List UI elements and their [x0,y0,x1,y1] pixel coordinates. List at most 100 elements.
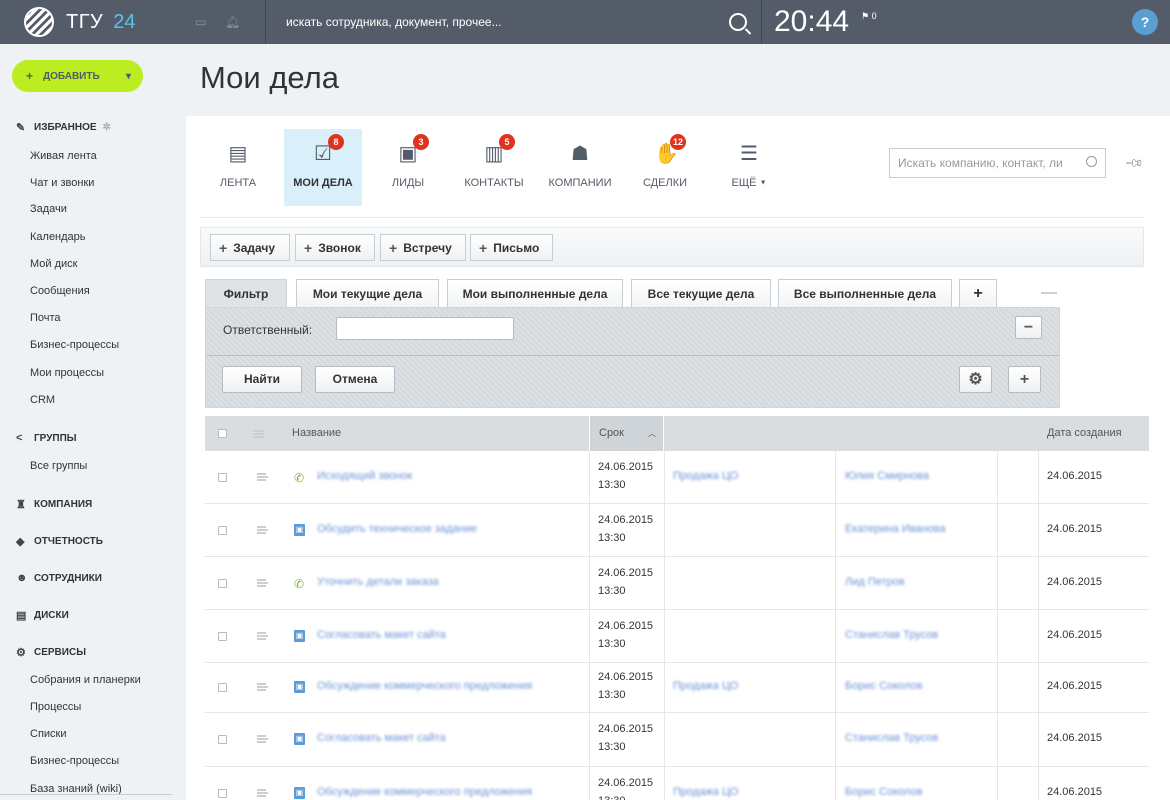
sidebar-item-my-disk[interactable]: Мой диск [30,258,77,270]
row-checkbox[interactable] [218,632,227,641]
pin-icon[interactable]: 📌︎ [1124,153,1145,174]
add-field-button[interactable]: + [1008,366,1041,393]
gear-icon[interactable]: ⚙ [959,366,992,393]
remove-field-button[interactable]: − [1015,316,1042,339]
clock[interactable]: 20:44 ⚑ 0 [762,5,922,39]
table-row[interactable]: ✆ Уточнить детали заказа 24.06.2015 13:30 Ли… [205,557,1149,610]
sidebar-item-chat[interactable]: Чат и звонки [30,177,94,189]
sidebar-item-meetings[interactable]: Собрания и планерки [30,674,141,686]
sidebar-section-company[interactable]: ♜ КОМПАНИЯ [16,498,92,511]
activity-responsible[interactable]: Борис Соколов [845,680,923,696]
sidebar-item-mail[interactable]: Почта [30,312,61,324]
activity-responsible[interactable]: Лид Петров [845,576,905,592]
sidebar-item-bizproc[interactable]: Бизнес-процессы [30,339,119,351]
checkbox[interactable] [218,632,227,641]
add-meeting-button[interactable]: + Встречу [380,234,466,261]
add-filter-button[interactable]: + [959,279,997,307]
crm-search-input[interactable]: Искать компанию, контакт, ли [889,148,1106,178]
checkbox[interactable] [218,429,227,438]
row-checkbox[interactable] [218,683,227,692]
activity-responsible[interactable]: Екатерина Иванова [845,523,946,539]
activity-client[interactable]: Продажа ЦО [673,470,738,486]
row-checkbox[interactable] [218,735,227,744]
column-deadline[interactable]: Срок ︿ [589,416,664,451]
activity-title[interactable]: Исходящий звонок [317,470,412,486]
sidebar-item-my-processes[interactable]: Мои процессы [30,367,104,379]
activity-title[interactable]: Обсуждение коммерческого предложения [317,680,532,696]
tab-all-completed[interactable]: Все выполненные дела [778,279,952,307]
row-checkbox[interactable] [218,579,227,588]
tab-feed[interactable]: ▤ ЛЕНТА [199,129,277,206]
sidebar-section-employees[interactable]: ☻ СОТРУДНИКИ [16,572,102,584]
activity-client[interactable]: Продажа ЦО [673,680,738,696]
search-icon[interactable] [1086,156,1097,167]
checkbox[interactable] [218,579,227,588]
sidebar-section-favorites[interactable]: ✎ ИЗБРАННОЕ ✲ [16,121,111,134]
row-checkbox[interactable] [218,526,227,535]
table-row[interactable]: ▣ Согласовать макет сайта 24.06.2015 13:30 С… [205,713,1149,767]
help-button[interactable]: ? [1132,9,1158,35]
tab-deals[interactable]: ✋ 12 СДЕЛКИ [626,129,704,206]
bell-icon[interactable]: 🔔︎ [225,16,240,28]
logo[interactable]: ТГУ 24 [0,7,185,37]
find-button[interactable]: Найти [222,366,302,393]
add-email-button[interactable]: + Письмо [470,234,553,261]
sidebar-section-disks[interactable]: ▤ ДИСКИ [16,609,69,622]
tab-more[interactable]: ☰ ЕЩЁ ▼ [710,129,788,206]
tab-my-completed[interactable]: Мои выполненные дела [447,279,623,307]
sidebar-item-messages[interactable]: Сообщения [30,285,90,297]
activity-responsible[interactable]: Юлия Смирнова [845,470,929,486]
table-row[interactable]: ✆ Исходящий звонок 24.06.2015 13:30 Продажа … [205,451,1149,504]
activity-title[interactable]: Обсудить техническое задание [317,523,477,539]
tab-contacts[interactable]: ▥ 5 КОНТАКТЫ [455,129,533,206]
row-checkbox[interactable] [218,473,227,482]
row-menu-icon[interactable] [257,526,268,534]
sidebar-item-lists[interactable]: Списки [30,728,67,740]
row-menu-icon[interactable] [257,789,268,797]
global-search-input[interactable]: искать сотрудника, документ, прочее... [266,0,761,44]
add-call-button[interactable]: + Звонок [295,234,375,261]
sidebar-item-live-feed[interactable]: Живая лента [30,150,97,162]
sidebar-item-crm[interactable]: CRM [30,394,55,406]
checkbox[interactable] [218,526,227,535]
collapse-filter-button[interactable]: — [1041,284,1057,302]
activity-title[interactable]: Согласовать макет сайта [317,732,446,748]
search-icon[interactable] [729,13,747,31]
column-created[interactable]: Дата создания [1047,416,1122,451]
row-menu-icon[interactable] [257,683,268,691]
activity-responsible[interactable]: Станислав Трусов [845,732,938,748]
row-menu-icon[interactable] [257,735,268,743]
table-row[interactable]: ▣ Обсуждение коммерческого предложения 24.… [205,767,1149,800]
sidebar-item-all-groups[interactable]: Все группы [30,460,87,472]
sidebar-section-groups[interactable]: < ГРУППЫ [16,432,77,444]
tab-filter[interactable]: Фильтр [205,279,287,307]
sidebar-item-calendar[interactable]: Календарь [30,231,86,243]
row-menu-icon[interactable] [257,579,268,587]
sidebar-section-services[interactable]: ⚙ СЕРВИСЫ [16,646,86,659]
tab-my-activities[interactable]: ☑ 8 МОИ ДЕЛА [284,129,362,206]
responsible-field[interactable] [336,317,514,340]
select-all-checkbox[interactable] [218,429,227,438]
checkbox[interactable] [218,473,227,482]
table-row[interactable]: ▣ Обсуждение коммерческого предложения 24.… [205,663,1149,713]
add-button[interactable]: + ДОБАВИТЬ ▾ [12,60,143,92]
activity-client[interactable]: Продажа ЦО [673,786,738,800]
row-menu-icon[interactable] [257,632,268,640]
activity-title[interactable]: Уточнить детали заказа [317,576,439,592]
table-row[interactable]: ▣ Обсудить техническое задание 24.06.2015 1… [205,504,1149,557]
tab-companies[interactable]: ☗ КОМПАНИИ [541,129,619,206]
checkbox[interactable] [218,735,227,744]
column-name[interactable]: Название [292,416,341,451]
sidebar-item-bizproc-2[interactable]: Бизнес-процессы [30,755,119,767]
activity-title[interactable]: Обсуждение коммерческого предложения [317,786,532,800]
sidebar-item-processes[interactable]: Процессы [30,701,81,713]
tab-my-current[interactable]: Мои текущие дела [296,279,439,307]
gear-icon[interactable]: ✲ [103,122,111,133]
tab-leads[interactable]: ▣ 3 ЛИДЫ [369,129,447,206]
row-menu-icon[interactable] [257,473,268,481]
checkbox[interactable] [218,683,227,692]
activity-responsible[interactable]: Станислав Трусов [845,629,938,645]
checkbox[interactable] [218,789,227,798]
activity-responsible[interactable]: Борис Соколов [845,786,923,800]
table-row[interactable]: ▣ Согласовать макет сайта 24.06.2015 13:30 С… [205,610,1149,663]
